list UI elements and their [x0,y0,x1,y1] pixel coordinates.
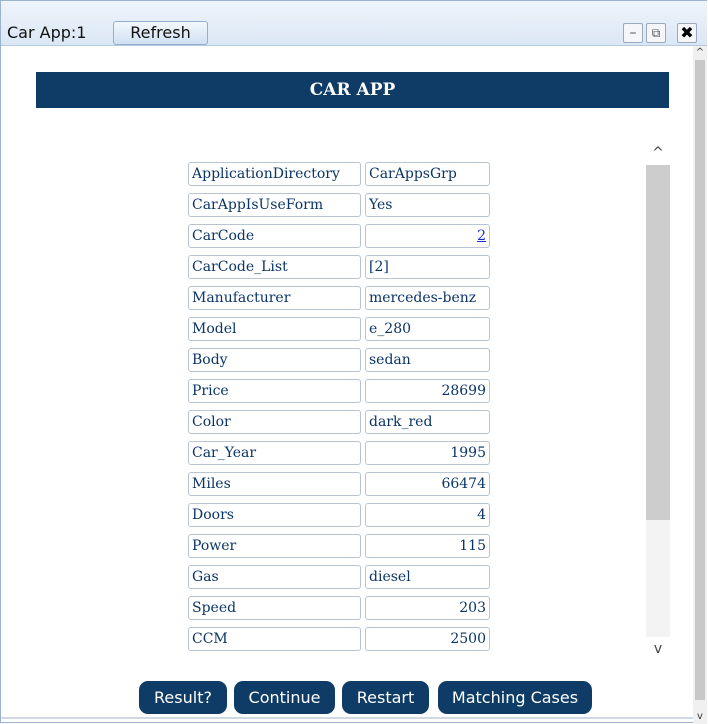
field-value[interactable]: 2 [365,224,490,248]
scroll-up-icon[interactable]: ^ [693,46,707,60]
window-title: Car App:1 [7,23,87,42]
carcode-link[interactable]: 2 [477,228,486,244]
field-row: Doors 4 [188,501,492,529]
table-scroll-down-icon[interactable]: v [646,639,670,659]
field-row: CarCode_List [2] [188,253,492,281]
car-app-window: Car App:1 Refresh – ⧉ ✖ ^ v CAR APP Appl… [0,0,707,724]
popout-icon[interactable]: ⧉ [646,23,666,43]
table-scrollbar[interactable]: ^ v [646,141,670,661]
field-row: Gas diesel [188,563,492,591]
field-value: e_280 [365,317,490,341]
minimize-icon[interactable]: – [623,23,643,43]
field-value: CarAppsGrp [365,162,490,186]
field-key: ApplicationDirectory [188,162,361,186]
field-key: Doors [188,503,361,527]
scroll-down-icon[interactable]: v [693,710,707,724]
field-value: dark_red [365,410,490,434]
field-key: Speed [188,596,361,620]
field-value: diesel [365,565,490,589]
field-row: Body sedan [188,346,492,374]
field-row: Model e_280 [188,315,492,343]
field-key: Manufacturer [188,286,361,310]
window-scrollbar[interactable]: ^ v [693,46,707,724]
table-scroll-up-icon[interactable]: ^ [646,143,670,163]
title-bar: Car App:1 Refresh – ⧉ ✖ [1,1,707,46]
field-value: 66474 [365,472,490,496]
refresh-button[interactable]: Refresh [113,21,208,45]
field-row: ApplicationDirectory CarAppsGrp [188,160,492,188]
field-key: Body [188,348,361,372]
field-row: Miles 66474 [188,470,492,498]
field-key: Power [188,534,361,558]
field-key: Color [188,410,361,434]
page-title: CAR APP [36,72,669,108]
bottom-divider [1,717,693,719]
field-row: Car_Year 1995 [188,439,492,467]
field-key: CarCode_List [188,255,361,279]
field-value: [2] [365,255,490,279]
field-row: Color dark_red [188,408,492,436]
field-key: CarCode [188,224,361,248]
action-bar: Result? Continue Restart Matching Cases [1,681,693,715]
close-icon[interactable]: ✖ [677,23,697,43]
field-value: Yes [365,193,490,217]
field-value: 203 [365,596,490,620]
field-value: 28699 [365,379,490,403]
field-key: Price [188,379,361,403]
field-row: Manufacturer mercedes-benz [188,284,492,312]
field-key: Gas [188,565,361,589]
restart-button[interactable]: Restart [342,681,429,714]
field-row: Price 28699 [188,377,492,405]
field-key: CCM [188,627,361,651]
field-row: CarCode 2 [188,222,492,250]
continue-button[interactable]: Continue [234,681,335,714]
field-key: CarAppIsUseForm [188,193,361,217]
field-value: 4 [365,503,490,527]
window-scroll-thumb[interactable] [695,60,705,700]
result-button[interactable]: Result? [139,681,227,714]
field-key: Model [188,317,361,341]
table-scroll-thumb[interactable] [646,165,670,520]
field-row: CCM 2500 [188,625,492,653]
field-key: Car_Year [188,441,361,465]
field-row: Power 115 [188,532,492,560]
field-key: Miles [188,472,361,496]
field-value: sedan [365,348,490,372]
field-value: 1995 [365,441,490,465]
field-value: 2500 [365,627,490,651]
field-row: CarAppIsUseForm Yes [188,191,492,219]
field-row: Speed 203 [188,594,492,622]
matching-cases-button[interactable]: Matching Cases [438,681,592,714]
field-value: mercedes-benz [365,286,490,310]
field-value: 115 [365,534,490,558]
